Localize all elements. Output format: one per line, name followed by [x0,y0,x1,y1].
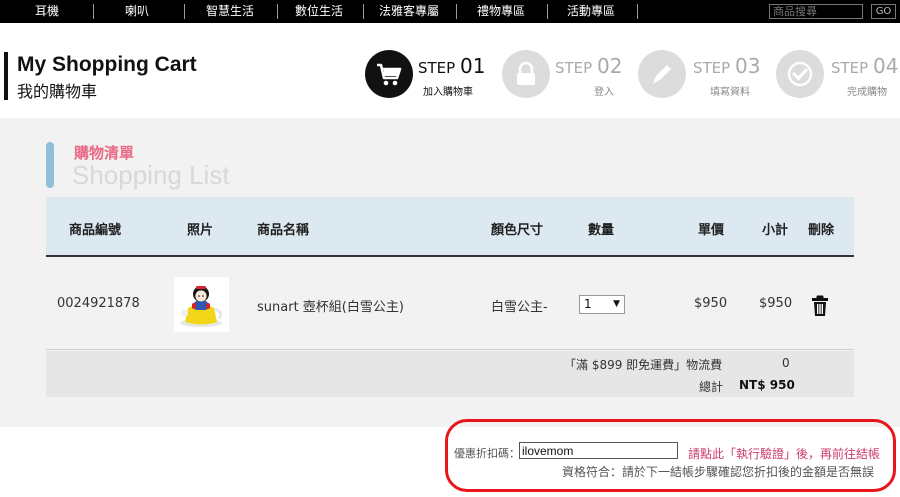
shipping-label: 「滿 $899 即免運費」物流費 [564,358,723,372]
page-title: My Shopping Cart [17,53,197,76]
step-4-sub: 完成購物 [847,87,887,98]
step-1-label: STEP 01 [418,54,485,78]
shipping-fee: 0 [782,356,790,370]
verify-coupon-link[interactable]: 請點此「執行驗證」後，再前往結帳 [688,445,880,462]
nav-divider [363,4,364,19]
step-prefix: STEP [418,59,456,77]
product-search-input[interactable] [769,4,863,19]
step-number: 04 [873,54,899,78]
coupon-label: 優惠折扣碼： [454,447,520,460]
delete-button[interactable] [811,295,829,317]
pencil-icon [653,65,671,84]
step-2-sub: 登入 [594,87,614,98]
col-header-name: 商品名稱 [257,223,310,238]
title-accent-bar [4,52,8,100]
product-subtotal: $950 [759,296,793,311]
step-4-label: STEP 04 [831,54,898,78]
top-nav: 耳機 喇叭 智慧生活 數位生活 法雅客專屬 禮物專區 活動專區 GO [0,0,900,23]
nav-item-gift-zone[interactable]: 禮物專區 [466,0,536,23]
step-3-label: STEP 03 [693,54,760,78]
coupon-status-note: 資格符合：請於下一結帳步驟確認您折扣後的金額是否無誤 [562,465,875,479]
nav-divider [637,4,638,19]
step-number: 02 [597,54,623,78]
step-3-circle [638,50,686,98]
step-1-sub: 加入購物車 [423,87,473,98]
chevron-down-icon: ▼ [613,299,620,309]
col-header-delete: 刪除 [808,223,835,238]
step-prefix: STEP [831,59,869,77]
step-1-circle [365,50,413,98]
nav-item-events[interactable]: 活動專區 [556,0,626,23]
check-icon [787,61,813,87]
total-amount: NT$ 950 [739,378,795,392]
quantity-select[interactable]: 1 ▼ [579,295,625,314]
step-number: 01 [460,54,486,78]
nav-item-smart-life[interactable]: 智慧生活 [195,0,265,23]
search-go-button[interactable]: GO [871,4,896,19]
step-prefix: STEP [555,59,593,77]
nav-item-earphones[interactable]: 耳機 [18,0,76,23]
product-name[interactable]: sunart 壺杯組(白雪公主) [257,296,404,315]
nav-divider [547,4,548,19]
list-title-en: Shopping List [72,160,230,190]
step-4-circle [776,50,824,98]
nav-divider [184,4,185,19]
product-thumbnail[interactable] [174,277,229,332]
quantity-value: 1 [584,297,592,311]
product-price: $950 [694,296,728,311]
step-3-sub: 填寫資料 [710,87,750,98]
col-header-price: 單價 [698,223,725,238]
order-summary: 「滿 $899 即免運費」物流費 0 總計 NT$ 950 [46,351,854,397]
col-header-subtotal: 小計 [762,223,789,238]
col-header-photo: 照片 [187,223,214,238]
trash-icon [812,295,828,316]
teapot-image [180,286,223,327]
step-2-circle [502,50,550,98]
lock-icon [517,61,535,85]
nav-item-digital-life[interactable]: 數位生活 [284,0,354,23]
col-header-id: 商品編號 [69,223,122,238]
product-spec: 白雪公主- [491,300,548,315]
nav-divider [277,4,278,19]
coupon-code-input[interactable] [519,442,678,459]
col-header-qty: 數量 [588,223,615,238]
table-header: 商品編號 照片 商品名稱 顏色尺寸 數量 單價 小計 刪除 [46,197,854,257]
nav-item-fnac-exclusive[interactable]: 法雅客專屬 [370,0,448,23]
page-subtitle: 我的購物車 [17,82,98,101]
product-id: 0024921878 [57,296,140,311]
step-number: 03 [735,54,761,78]
nav-item-speakers[interactable]: 喇叭 [108,0,166,23]
list-accent-bar [46,142,54,188]
cart-icon [377,63,402,86]
step-2-label: STEP 02 [555,54,622,78]
nav-divider [93,4,94,19]
nav-divider [456,4,457,19]
total-label: 總計 [699,380,724,394]
col-header-spec: 顏色尺寸 [491,223,544,238]
step-prefix: STEP [693,59,731,77]
table-row: 0024921878 sunart 壺杯組(白雪公主) 白雪公主- 1 ▼ $9… [46,259,854,350]
